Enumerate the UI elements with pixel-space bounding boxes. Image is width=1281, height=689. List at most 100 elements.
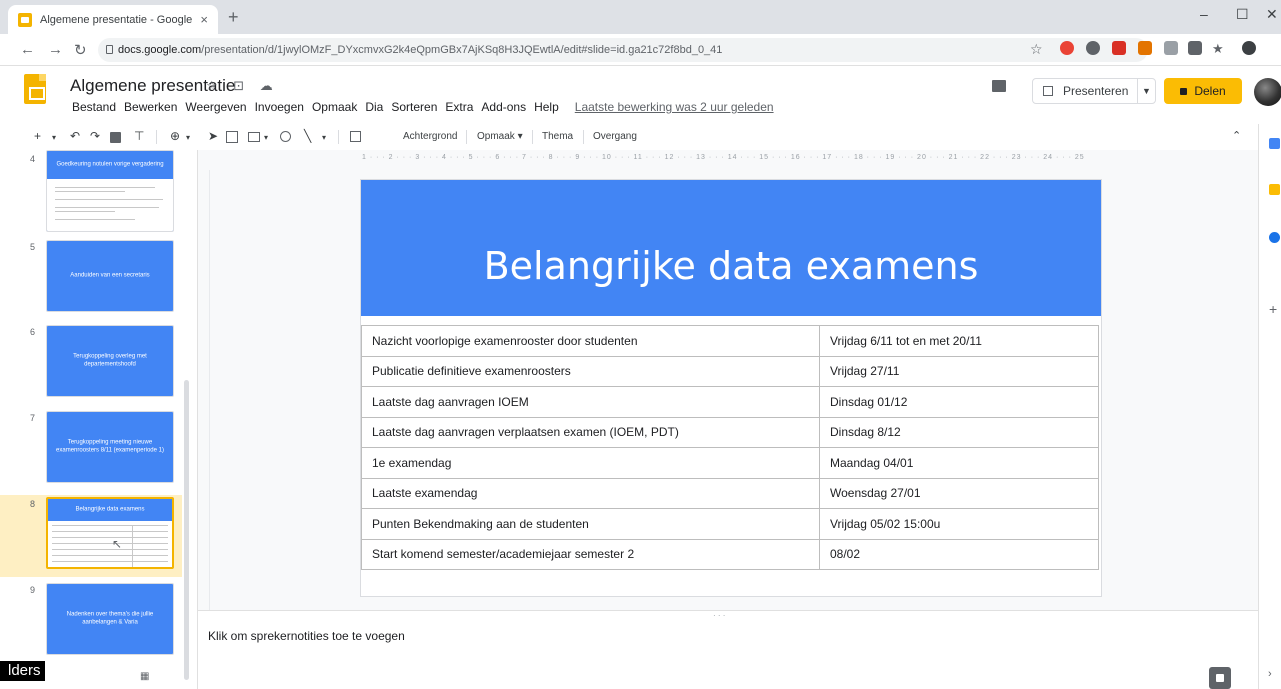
background-button[interactable]: Achtergrond — [403, 131, 457, 142]
explore-icon[interactable] — [1209, 667, 1231, 689]
speaker-notes-placeholder[interactable]: Klik om sprekernotities toe te voegen — [208, 629, 405, 643]
exam-dates-table[interactable]: Nazicht voorlopige examenrooster door st… — [361, 325, 1099, 570]
tasks-icon[interactable] — [1269, 232, 1280, 243]
new-slide-dropdown-icon[interactable]: ▾ — [52, 133, 56, 142]
table-cell-label[interactable]: 1e examendag — [361, 447, 820, 479]
slide-thumbnail-8-selected[interactable]: 8 Belangrijke data examens ↖ — [0, 495, 182, 577]
table-cell-label[interactable]: Laatste examendag — [361, 477, 820, 509]
notes-resize-handle[interactable]: · · · — [713, 611, 725, 620]
current-slide[interactable]: Belangrijke data examens Nazicht voorlop… — [361, 180, 1101, 596]
table-cell-value[interactable]: Woensdag 27/01 — [819, 477, 1099, 509]
table-cell-value[interactable]: Maandag 04/01 — [819, 447, 1099, 479]
reload-icon[interactable]: ↻ — [74, 41, 87, 59]
menu-help[interactable]: Help — [530, 100, 563, 114]
print-icon[interactable] — [110, 132, 121, 143]
slide-thumbnail-4[interactable]: 4 Goedkeuring notulen vorige vergadering — [0, 150, 182, 234]
extension-badge-icon[interactable] — [1112, 41, 1126, 55]
share-button[interactable]: Delen — [1164, 78, 1242, 104]
side-panel-expand-icon[interactable]: › — [1268, 668, 1272, 680]
menu-weergeven[interactable]: Weergeven — [181, 100, 250, 114]
title-action-icons[interactable]: ☆ ⊡ ☁ — [206, 78, 279, 94]
collapse-toolbar-icon[interactable]: ⌃ — [1232, 129, 1241, 142]
image-dropdown-icon[interactable]: ▾ — [264, 133, 268, 142]
slide-thumbnail-5[interactable]: 5 Aanduiden van een secretaris — [0, 238, 182, 320]
new-slide-icon[interactable]: + — [34, 129, 41, 143]
present-dropdown-icon[interactable]: ▼ — [1137, 79, 1155, 103]
menu-bewerken[interactable]: Bewerken — [120, 100, 181, 114]
tab-close-button[interactable]: × — [200, 12, 208, 27]
menu-invoegen[interactable]: Invoegen — [251, 100, 308, 114]
calendar-icon[interactable] — [1269, 138, 1280, 149]
select-cursor-icon[interactable]: ➤ — [208, 129, 218, 143]
extension-lt-icon[interactable] — [1138, 41, 1152, 55]
window-minimize-button[interactable]: – — [1200, 6, 1208, 22]
menu-opmaak[interactable]: Opmaak — [308, 100, 361, 114]
add-addon-icon[interactable]: + — [1269, 302, 1280, 316]
table-cell-value[interactable]: Dinsdag 8/12 — [819, 416, 1099, 448]
profile-icon[interactable] — [1242, 41, 1256, 55]
back-arrow-icon[interactable]: ← — [20, 41, 35, 58]
table-cell-value[interactable]: Vrijdag 27/11 — [819, 355, 1099, 387]
slide-filmstrip: 4 Goedkeuring notulen vorige vergadering… — [0, 150, 198, 689]
extension-square-icon[interactable] — [1164, 41, 1178, 55]
extensions-puzzle-icon[interactable]: ★ — [1212, 41, 1226, 56]
redo-icon[interactable]: ↷ — [90, 129, 100, 143]
mini-text-line — [55, 207, 159, 208]
menu-sorteren[interactable]: Sorteren — [387, 100, 441, 114]
extension-dark-icon[interactable] — [1188, 41, 1202, 55]
table-cell-label[interactable]: Laatste dag aanvragen IOEM — [361, 386, 820, 418]
menu-addons[interactable]: Add-ons — [477, 100, 530, 114]
text-box-icon[interactable] — [226, 131, 238, 143]
menu-extra[interactable]: Extra — [441, 100, 477, 114]
table-cell-value[interactable]: Dinsdag 01/12 — [819, 386, 1099, 418]
extension-grey-icon[interactable] — [1086, 41, 1100, 55]
side-panel: + — [1258, 124, 1281, 689]
slide-preview: Terugkoppeling overleg met departementsh… — [46, 325, 174, 397]
slide-thumbnail-9[interactable]: 9 Nadenken over thema's die jullie aanbe… — [0, 581, 182, 663]
extension-red-icon[interactable] — [1060, 41, 1074, 55]
comment-add-icon[interactable] — [350, 131, 361, 142]
present-button[interactable]: Presenteren ▼ — [1032, 78, 1156, 104]
paint-format-icon[interactable]: ⊤ — [134, 129, 144, 143]
browser-tab[interactable]: Algemene presentatie - Google Sl × — [8, 5, 218, 34]
slides-logo-icon[interactable] — [24, 74, 46, 104]
slide-thumbnail-6[interactable]: 6 Terugkoppeling overleg met departement… — [0, 323, 182, 405]
keep-icon[interactable] — [1269, 184, 1280, 195]
line-dropdown-icon[interactable]: ▾ — [322, 133, 326, 142]
speaker-notes-panel[interactable]: · · · Klik om sprekernotities toe te voe… — [198, 610, 1258, 689]
filmstrip-scrollbar[interactable] — [184, 380, 189, 680]
mini-text-line — [55, 191, 125, 192]
zoom-dropdown-icon[interactable]: ▾ — [186, 133, 190, 142]
table-cell-label[interactable]: Nazicht voorlopige examenrooster door st… — [361, 325, 820, 357]
theme-button[interactable]: Thema — [542, 131, 573, 142]
layout-button[interactable]: Opmaak ▾ — [477, 131, 523, 142]
slide-title[interactable]: Belangrijke data examens — [361, 244, 1101, 288]
transition-button[interactable]: Overgang — [593, 131, 637, 142]
undo-icon[interactable]: ↶ — [70, 129, 80, 143]
line-icon[interactable]: ╲ — [304, 129, 311, 143]
window-close-button[interactable]: ✕ — [1266, 6, 1278, 23]
shape-icon[interactable] — [280, 131, 291, 142]
zoom-icon[interactable]: ⊕ — [170, 129, 180, 143]
slide-thumbnail-7[interactable]: 7 Terugkoppeling meeting nieuwe examenro… — [0, 409, 182, 491]
table-cell-value[interactable]: Vrijdag 6/11 tot en met 20/11 — [819, 325, 1099, 357]
image-icon[interactable] — [248, 132, 260, 142]
table-cell-label[interactable]: Start komend semester/academiejaar semes… — [361, 538, 820, 570]
table-cell-label[interactable]: Laatste dag aanvragen verplaatsen examen… — [361, 416, 820, 448]
menu-bestand[interactable]: Bestand — [68, 100, 120, 114]
table-cell-value[interactable]: Vrijdag 05/02 15:00u — [819, 508, 1099, 540]
last-edit-link[interactable]: Laatste bewerking was 2 uur geleden — [571, 100, 778, 114]
account-avatar[interactable] — [1254, 78, 1281, 106]
address-bar[interactable]: docs.google.com/presentation/d/1jwylOMzF… — [98, 38, 1148, 62]
table-cell-label[interactable]: Punten Bekendmaking aan de studenten — [361, 508, 820, 540]
comments-icon[interactable] — [992, 80, 1006, 92]
grid-view-icon[interactable]: ▦ — [140, 671, 150, 682]
window-maximize-button[interactable]: ☐ — [1236, 6, 1249, 23]
table-row: Punten Bekendmaking aan de studenten Vri… — [361, 508, 1099, 540]
bookmark-star-icon[interactable]: ☆ — [1030, 41, 1044, 57]
menu-dia[interactable]: Dia — [361, 100, 387, 114]
table-cell-label[interactable]: Publicatie definitieve examenroosters — [361, 355, 820, 387]
new-tab-button[interactable]: + — [228, 7, 239, 28]
table-cell-value[interactable]: 08/02 — [819, 538, 1099, 570]
forward-arrow-icon[interactable]: → — [48, 41, 63, 58]
